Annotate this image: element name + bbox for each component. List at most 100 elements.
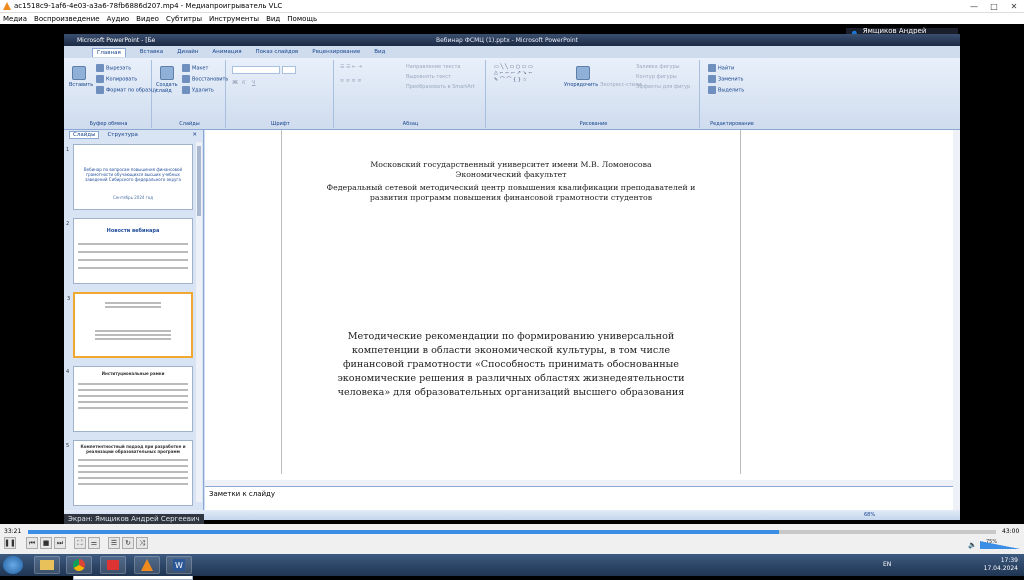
thumb-number: 4 [66,369,70,375]
reset-button[interactable]: Восстановить [182,75,228,83]
tab-slides[interactable]: Слайды [69,131,100,139]
copy-icon [96,75,104,83]
current-slide[interactable]: Московский государственный университет и… [281,130,741,474]
smartart-button[interactable]: Преобразовать в SmartArt [406,84,475,90]
fullscreen-button[interactable]: ⛶ [74,537,86,549]
tab-view[interactable]: Вид [374,49,385,55]
clock[interactable]: 17:39 17.04.2024 [984,557,1018,573]
loop-button[interactable]: ↻ [122,537,134,549]
format-painter-button[interactable]: Формат по образцу [96,86,157,94]
pause-button[interactable]: ❚❚ [4,537,16,549]
menu-playback[interactable]: Воспроизведение [34,15,100,23]
group-clipboard: Вставить Вырезать Копировать Формат по о… [66,60,157,128]
shape-effects-button[interactable]: Эффекты для фигур [636,84,690,90]
menu-subtitles[interactable]: Субтитры [166,15,202,23]
bold-button[interactable]: Ж [232,80,238,86]
close-button[interactable]: ✕ [1004,0,1024,12]
tab-design[interactable]: Дизайн [177,49,198,55]
font-size-box[interactable] [282,66,296,74]
shape-fill-button[interactable]: Заливка фигуры [636,64,680,70]
slide-thumb-2[interactable]: 2 Новости вебинара [66,218,193,284]
select-button[interactable]: Выделить [708,86,744,94]
previous-button[interactable]: ⏮ [26,537,38,549]
notes-placeholder: Заметки к слайду [209,490,276,498]
vlc-taskbar-icon[interactable] [134,556,160,574]
menu-audio[interactable]: Аудио [107,15,130,23]
slide-thumb-3[interactable]: 3 [67,292,193,358]
find-button[interactable]: Найти [708,64,734,72]
copy-button[interactable]: Копировать [96,75,137,83]
tab-animation[interactable]: Анимация [212,49,241,55]
thumb-title: Компетентностный подход при разработке и… [80,444,186,454]
slide-canvas[interactable]: Московский государственный университет и… [205,130,953,480]
playlist-button[interactable]: ☰ [108,537,120,549]
underline-button[interactable]: Ч [252,80,255,86]
thumb-number: 3 [67,296,71,302]
notes-pane[interactable]: Заметки к слайду [205,486,953,510]
new-slide-button[interactable]: Создать слайд [156,82,180,94]
menu-view[interactable]: Вид [266,15,280,23]
tab-insert[interactable]: Вставка [140,49,163,55]
menu-media[interactable]: Медиа [3,15,27,23]
chrome-taskbar-icon[interactable] [66,556,92,574]
italic-button[interactable]: К [242,80,246,86]
slide-header-line: Экономический факультет [455,170,567,179]
slide-thumb-1[interactable]: 1 Вебинар по вопросам повышения финансов… [66,144,193,210]
shapes-gallery[interactable]: ▭ ╲ ╲ ▭ ○ ▭ ▭ △ ⌐ ⌐ ⌐ ↗ ↘ ⌐ ✎ ⌒ ⌒ { } ☆ [494,64,533,83]
tab-home[interactable]: Главная [92,47,126,57]
text-direction-button[interactable]: Направление текста [406,64,460,70]
slide-thumb-5[interactable]: 5 Компетентностный подход при разработке… [66,440,193,506]
tab-slideshow[interactable]: Показ слайдов [256,49,299,55]
explorer-taskbar-icon[interactable] [34,556,60,574]
minimize-button[interactable]: — [964,0,984,12]
maximize-button[interactable]: □ [984,0,1004,12]
group-label: Слайды [179,121,200,127]
font-name-box[interactable] [232,66,280,74]
extended-settings-button[interactable]: ⚌ [88,537,100,549]
thumb-title: Институциональные рамки [101,371,165,376]
thumb-number: 5 [66,443,70,449]
media-taskbar-icon[interactable] [100,556,126,574]
align-buttons[interactable]: ≡ ≡ ≡ ≡ [340,78,362,84]
speaker-icon[interactable]: 🔈 [968,541,977,549]
menu-video[interactable]: Видео [136,15,159,23]
shape-outline-button[interactable]: Контур фигуры [636,74,677,80]
layout-button[interactable]: Макет [182,64,208,72]
menu-help[interactable]: Помощь [287,15,317,23]
group-editing: Найти Заменить Выделить Редактирование [702,60,762,128]
next-button[interactable]: ⏭ [54,537,66,549]
cut-button[interactable]: Вырезать [96,64,131,72]
slide-thumb-4[interactable]: 4 Институциональные рамки [66,366,193,432]
group-label: Абзац [402,121,419,127]
align-text-button[interactable]: Выровнять текст [406,74,451,80]
clock-date: 17.04.2024 [983,565,1018,572]
stop-button[interactable]: ■ [40,537,52,549]
zoom-level[interactable]: 68% [864,512,875,518]
vlc-controls: 33:21 43:00 ❚❚ ⏮ ■ ⏭ ⛶ ⚌ ☰ ↻ ⤨ 🔈 75% [0,524,1024,554]
slides-scrollbar[interactable] [196,142,202,502]
thumb-date: Сентябрь 2024 год [112,195,153,200]
seek-bar[interactable] [28,530,996,534]
group-label: Редактирование [710,121,754,127]
arrange-button[interactable]: Упорядочить [564,82,598,88]
slide-body-line: финансовой грамотности «Способность прин… [343,359,679,370]
word-taskbar-icon[interactable]: W [166,556,192,574]
paste-button[interactable]: Вставить [69,82,93,88]
replace-button[interactable]: Заменить [708,75,744,83]
thumb-number: 2 [66,221,70,227]
slide-scrollbar[interactable] [953,130,960,510]
slide-body-line: экономические решения в различных област… [337,373,685,384]
bullets-button[interactable]: ☰ ☰ ⇤ ⇥ [340,64,362,70]
tab-outline[interactable]: Структура [107,132,137,138]
tab-review[interactable]: Рецензирование [312,49,360,55]
ribbon: Вставить Вырезать Копировать Формат по о… [64,58,960,130]
close-pane-icon[interactable]: ✕ [192,132,197,138]
language-indicator[interactable]: EN [883,561,891,568]
slide-header-line: Московский государственный университет и… [370,160,652,169]
menu-tools[interactable]: Инструменты [209,15,259,23]
group-label: Рисование [579,121,608,127]
slide-header-line: развития программ повышения финансовой г… [369,193,653,202]
start-button[interactable] [3,556,23,574]
shuffle-button[interactable]: ⤨ [136,537,148,549]
delete-button[interactable]: Удалить [182,86,214,94]
